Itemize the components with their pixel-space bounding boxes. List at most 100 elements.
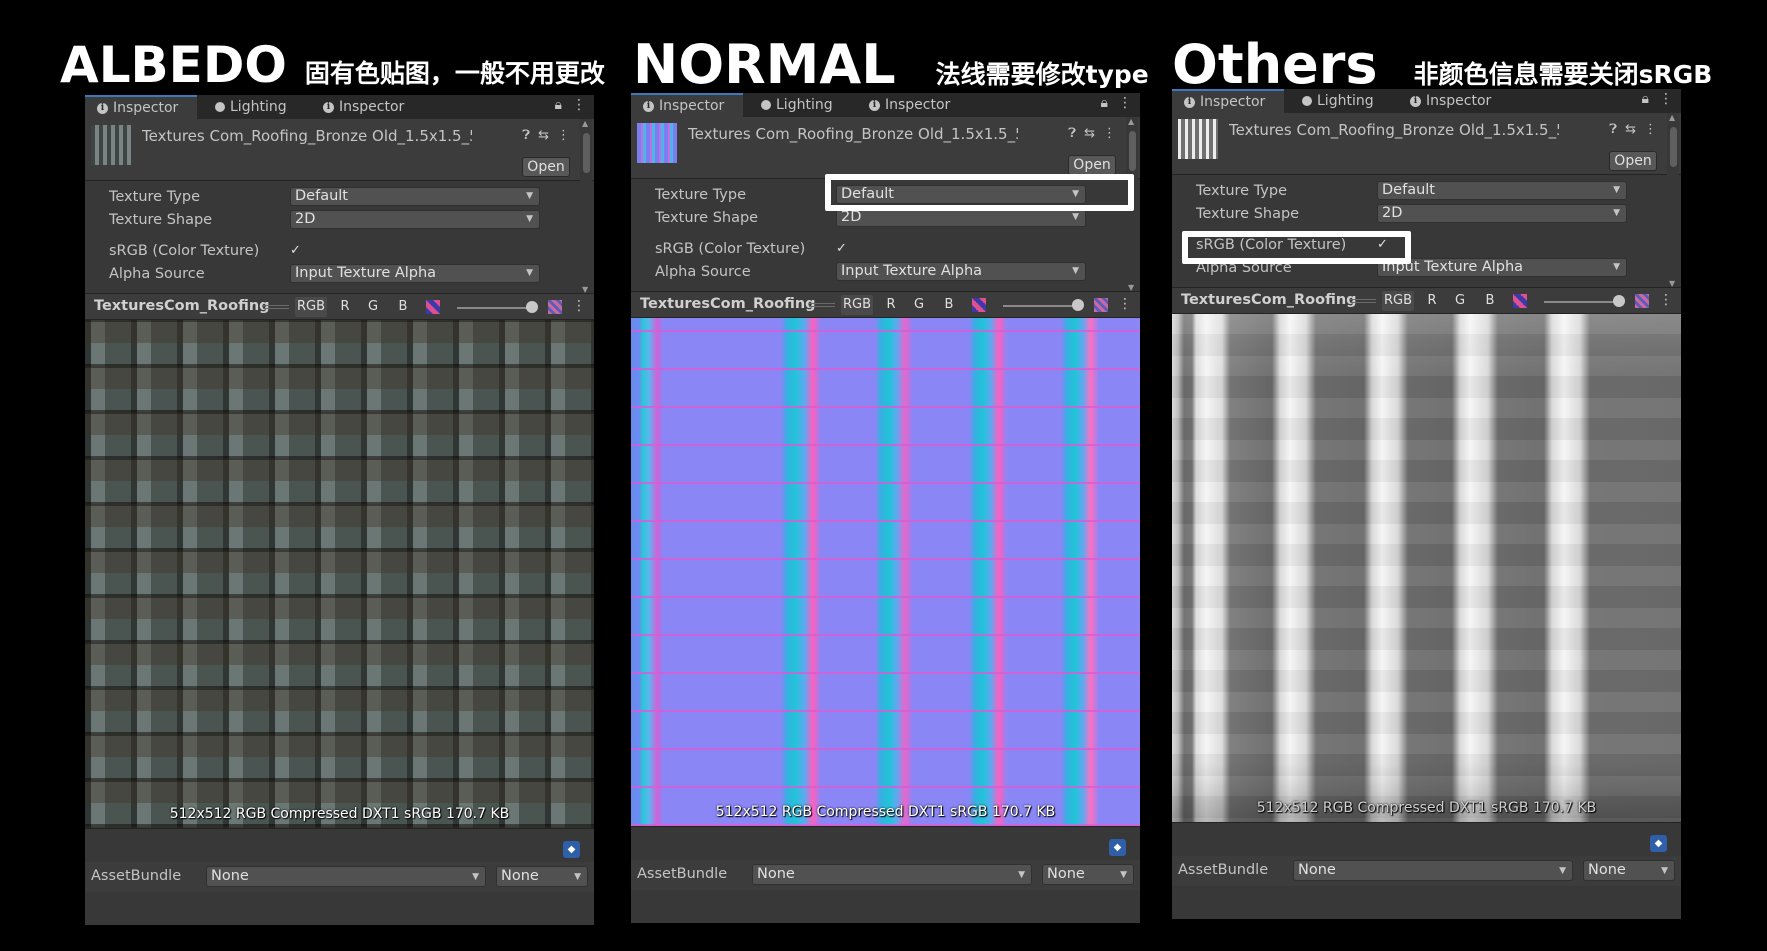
kebab-menu-icon[interactable]: ⋮: [1659, 292, 1673, 308]
preset-icon[interactable]: ⇆: [538, 128, 549, 143]
scroll-up-icon[interactable]: ▲: [1669, 113, 1675, 122]
alpha-channel-icon[interactable]: [972, 298, 986, 312]
mipmap-icon[interactable]: [1094, 298, 1108, 312]
lock-icon[interactable]: 🔒︎: [1642, 91, 1649, 107]
channel-b-button[interactable]: B: [941, 295, 957, 315]
tab-inspector[interactable]: i Inspector: [1172, 89, 1284, 113]
label-tag-icon[interactable]: ◆: [1650, 835, 1667, 852]
channel-rgb-button[interactable]: RGB: [841, 295, 873, 315]
inspector-scrollbar[interactable]: ▲ ▼: [1667, 113, 1679, 288]
kebab-menu-icon[interactable]: ⋮: [1644, 122, 1657, 137]
dropdown-value: Default: [1382, 182, 1435, 198]
scroll-thumb[interactable]: [1129, 131, 1136, 171]
channel-b-button[interactable]: B: [1482, 291, 1498, 311]
texture-shape-label: Texture Shape: [1196, 206, 1300, 222]
kebab-menu-icon[interactable]: ⋮: [1118, 95, 1132, 111]
kebab-menu-icon[interactable]: ⋮: [572, 298, 586, 314]
label-tag-icon[interactable]: ◆: [563, 841, 580, 858]
mipmap-icon[interactable]: [548, 300, 562, 314]
kebab-menu-icon[interactable]: ⋮: [1118, 296, 1132, 312]
texture-preview: 512x512 RGB Compressed DXT1 sRGB 170.7 K…: [1172, 314, 1681, 822]
resize-grip-icon[interactable]: [263, 305, 289, 309]
scroll-thumb[interactable]: [1670, 127, 1677, 167]
texture-shape-dropdown[interactable]: 2D ▼: [290, 210, 540, 229]
inspector-scrollbar[interactable]: ▲ ▼: [580, 119, 592, 294]
channel-r-button[interactable]: R: [883, 295, 899, 315]
tab-inspector-2[interactable]: i Inspector: [1410, 89, 1491, 113]
texture-info: 512x512 RGB Compressed DXT1 sRGB 170.7 K…: [1256, 800, 1597, 816]
open-button[interactable]: Open: [1068, 155, 1116, 175]
scroll-up-icon[interactable]: ▲: [1128, 117, 1134, 126]
tab-inspector-2[interactable]: i Inspector: [869, 93, 950, 117]
resize-grip-icon[interactable]: [809, 303, 835, 307]
open-button[interactable]: Open: [522, 157, 570, 177]
asset-header: Textures Com_Roofing_Bronze Old_1.5x1.5_…: [1172, 113, 1681, 175]
tab-lighting[interactable]: Lighting: [761, 93, 833, 117]
dropdown-value: Default: [295, 188, 348, 204]
assetbundle-name-dropdown[interactable]: None ▼: [1293, 860, 1573, 881]
lightbulb-icon: [1302, 96, 1312, 106]
tab-lighting[interactable]: Lighting: [215, 95, 287, 119]
channel-rgb-button[interactable]: RGB: [1382, 291, 1414, 311]
mipmap-icon[interactable]: [1635, 294, 1649, 308]
inspector-panel-others: i Inspector Lighting i Inspector 🔒︎ ⋮ Te…: [1172, 89, 1681, 919]
alpha-channel-icon[interactable]: [1513, 294, 1527, 308]
assetbundle-variant-dropdown[interactable]: None ▼: [1042, 864, 1134, 885]
channel-g-button[interactable]: G: [1452, 291, 1468, 311]
srgb-checkbox[interactable]: ✓: [290, 244, 304, 258]
channel-r-button[interactable]: R: [337, 297, 353, 317]
inspector-panel-albedo: i Inspector Lighting i Inspector 🔒︎ ⋮ Te…: [85, 95, 594, 925]
heading-note: 法线需要修改type: [935, 60, 1149, 89]
alpha-source-dropdown[interactable]: Input Texture Alpha ▼: [836, 262, 1086, 281]
assetbundle-row: AssetBundle None ▼ None ▼: [1172, 856, 1681, 886]
lock-icon[interactable]: 🔒︎: [1101, 95, 1108, 111]
help-icon[interactable]: ❓︎: [1609, 122, 1617, 137]
assetbundle-name-dropdown[interactable]: None ▼: [752, 864, 1032, 885]
mip-level-slider[interactable]: [1544, 301, 1619, 303]
highlight-srgb: [1182, 231, 1411, 264]
channel-g-button[interactable]: G: [365, 297, 381, 317]
tab-inspector[interactable]: i Inspector: [85, 95, 197, 119]
kebab-menu-icon[interactable]: ⋮: [557, 128, 570, 143]
tab-inspector-2[interactable]: i Inspector: [323, 95, 404, 119]
mip-level-slider[interactable]: [457, 307, 532, 309]
preview-title: TexturesCom_Roofing: [1181, 292, 1357, 308]
open-button[interactable]: Open: [1609, 151, 1657, 171]
resize-grip-icon[interactable]: [1350, 299, 1376, 303]
kebab-menu-icon[interactable]: ⋮: [1659, 91, 1673, 107]
tab-inspector[interactable]: i Inspector: [631, 93, 743, 117]
texture-type-dropdown[interactable]: Default ▼: [290, 187, 540, 206]
preset-icon[interactable]: ⇆: [1625, 122, 1636, 137]
scroll-thumb[interactable]: [583, 133, 590, 173]
mip-slider-knob[interactable]: [526, 301, 538, 313]
mip-slider-knob[interactable]: [1613, 295, 1625, 307]
mip-slider-knob[interactable]: [1072, 299, 1084, 311]
alpha-channel-icon[interactable]: [426, 300, 440, 314]
lock-icon[interactable]: 🔒︎: [555, 97, 562, 113]
channel-b-button[interactable]: B: [395, 297, 411, 317]
mip-level-slider[interactable]: [1003, 305, 1078, 307]
channel-r-button[interactable]: R: [1424, 291, 1440, 311]
channel-g-button[interactable]: G: [911, 295, 927, 315]
import-settings: Texture Type Default ▼ Texture Shape 2D …: [85, 181, 580, 291]
texture-type-dropdown[interactable]: Default ▼: [1377, 181, 1627, 200]
alpha-source-dropdown[interactable]: Input Texture Alpha ▼: [1377, 258, 1627, 277]
help-icon[interactable]: ❓︎: [522, 128, 530, 143]
kebab-menu-icon[interactable]: ⋮: [1103, 126, 1116, 141]
alpha-source-dropdown[interactable]: Input Texture Alpha ▼: [290, 264, 540, 283]
texture-shape-dropdown[interactable]: 2D ▼: [1377, 204, 1627, 223]
scroll-up-icon[interactable]: ▲: [582, 119, 588, 128]
assetbundle-variant-dropdown[interactable]: None ▼: [496, 866, 588, 887]
dropdown-arrow-icon: ▼: [526, 191, 533, 201]
assetbundle-name-dropdown[interactable]: None ▼: [206, 866, 486, 887]
kebab-menu-icon[interactable]: ⋮: [572, 97, 586, 113]
help-icon[interactable]: ❓︎: [1068, 126, 1076, 141]
texture-thumbnail: [1178, 119, 1218, 159]
tab-lighting[interactable]: Lighting: [1302, 89, 1374, 113]
label-tag-icon[interactable]: ◆: [1109, 839, 1126, 856]
assetbundle-variant-dropdown[interactable]: None ▼: [1583, 860, 1675, 881]
asset-name: Textures Com_Roofing_Bronze Old_1.5x1.5_…: [1229, 121, 1559, 139]
preset-icon[interactable]: ⇆: [1084, 126, 1095, 141]
srgb-checkbox[interactable]: ✓: [836, 242, 850, 256]
channel-rgb-button[interactable]: RGB: [295, 297, 327, 317]
